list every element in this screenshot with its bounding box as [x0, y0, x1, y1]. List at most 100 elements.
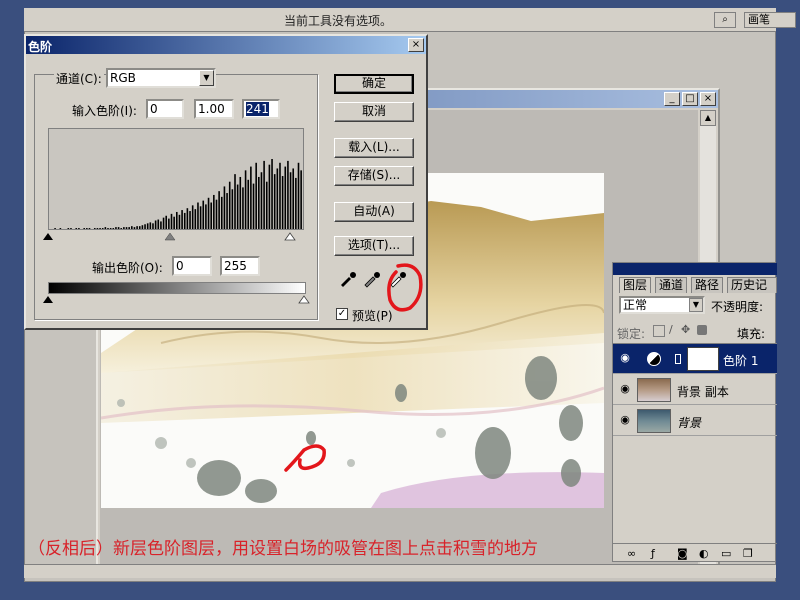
- histogram-bar: [136, 226, 138, 229]
- ok-button[interactable]: 确定: [334, 74, 414, 94]
- histogram-bar: [128, 227, 130, 229]
- histogram-bar: [244, 170, 247, 229]
- layer-name: 背景 副本: [677, 385, 729, 399]
- eye-icon[interactable]: ◉: [617, 351, 633, 365]
- histogram-bar: [125, 227, 128, 229]
- auto-button[interactable]: 自动(A): [334, 202, 414, 222]
- histogram-bar: [115, 227, 117, 229]
- histogram-bar: [70, 228, 72, 229]
- new-layer-icon[interactable]: ❐: [743, 547, 753, 560]
- histogram-bar: [265, 181, 268, 229]
- histogram-bar: [75, 228, 78, 229]
- chevron-down-icon[interactable]: ▼: [689, 298, 703, 312]
- histogram-bar: [226, 193, 228, 229]
- panel-titlebar[interactable]: [613, 263, 777, 275]
- scroll-up-icon[interactable]: ▲: [700, 110, 716, 126]
- tab-paths[interactable]: 路径: [691, 277, 724, 293]
- close-icon[interactable]: ×: [408, 38, 424, 52]
- link-layers-icon[interactable]: ∞: [627, 547, 636, 560]
- new-group-icon[interactable]: ▭: [721, 547, 731, 560]
- minimize-icon[interactable]: _: [664, 92, 680, 106]
- layer-row-levels[interactable]: ◉ 色阶 1: [613, 344, 777, 374]
- input-black-field[interactable]: 0: [146, 99, 184, 119]
- histogram-bar: [284, 166, 287, 229]
- output-black-field[interactable]: 0: [172, 256, 212, 276]
- histogram-bar: [109, 228, 112, 229]
- histogram-bar: [273, 174, 276, 229]
- histogram-bar: [276, 168, 279, 229]
- channel-value: RGB: [110, 71, 136, 85]
- input-slider-track[interactable]: [40, 232, 312, 242]
- input-white-field[interactable]: 241: [242, 99, 280, 119]
- histogram-bar: [295, 177, 297, 229]
- new-adjustment-icon[interactable]: ◐: [699, 547, 709, 560]
- layer-thumbnail: [637, 409, 671, 433]
- maximize-icon[interactable]: □: [682, 92, 698, 106]
- histogram-bar: [197, 202, 199, 229]
- histogram-bar: [59, 228, 62, 229]
- dialog-title: 色阶: [28, 40, 53, 54]
- lock-transparency-icon[interactable]: [653, 325, 665, 337]
- histogram-bar: [157, 219, 160, 229]
- output-gradient-bar: [48, 282, 306, 294]
- levels-titlebar[interactable]: 色阶 ×: [26, 36, 426, 54]
- lock-all-icon[interactable]: [697, 325, 707, 335]
- lock-move-icon[interactable]: ✥: [681, 323, 690, 336]
- tutorial-caption: （反相后）新层色阶图层，用设置白场的吸管在图上点击积雪的地方: [28, 539, 538, 559]
- tab-channels[interactable]: 通道: [655, 277, 688, 293]
- layer-name: 色阶 1: [723, 354, 759, 368]
- histogram-bar: [54, 228, 56, 229]
- options-bar: 当前工具没有选项。 ⌕ 画笔: [24, 8, 796, 32]
- adjustment-layer-icon: [647, 352, 661, 366]
- layer-row-background[interactable]: ◉ 背景: [613, 406, 777, 436]
- histogram-bar: [247, 179, 250, 229]
- histogram-bar: [152, 223, 154, 229]
- tab-layers[interactable]: 图层: [619, 277, 652, 293]
- search-icon[interactable]: ⌕: [714, 12, 736, 28]
- brush-palette-tab[interactable]: 画笔: [744, 12, 796, 28]
- white-point-slider: [284, 232, 296, 241]
- histogram-bar: [242, 187, 244, 229]
- histogram-bar: [131, 226, 133, 229]
- histogram-bar: [287, 160, 289, 229]
- load-button[interactable]: 载入(L)...: [334, 138, 414, 158]
- output-white-field[interactable]: 255: [220, 256, 260, 276]
- black-eyedropper-icon[interactable]: [340, 270, 358, 290]
- brush-tab-label: 画笔: [748, 13, 770, 26]
- close-icon[interactable]: ×: [700, 92, 716, 106]
- histogram-bar: [228, 181, 231, 229]
- eye-icon[interactable]: ◉: [617, 413, 633, 427]
- cancel-button[interactable]: 取消: [334, 102, 414, 122]
- histogram-bar: [260, 172, 263, 229]
- histogram-bar: [176, 211, 178, 229]
- channel-select[interactable]: RGB ▼: [106, 68, 216, 88]
- add-mask-icon[interactable]: ◙: [677, 547, 688, 560]
- histogram-bar: [215, 199, 218, 229]
- histogram-bar: [271, 159, 273, 229]
- histogram-bar: [99, 228, 101, 229]
- histogram-bar: [239, 176, 242, 229]
- output-slider-track[interactable]: [40, 295, 312, 305]
- histogram-bar: [154, 220, 157, 229]
- blend-mode-select[interactable]: 正常 ▼: [619, 296, 705, 314]
- histogram-bar: [250, 166, 252, 229]
- histogram-bar: [268, 164, 271, 229]
- horizontal-scrollbar[interactable]: [24, 564, 776, 578]
- save-button[interactable]: 存储(S)...: [334, 166, 414, 186]
- layer-style-icon[interactable]: ƒ: [651, 547, 655, 560]
- histogram-bar: [205, 204, 207, 229]
- annotation-circle-eyedropper: [387, 263, 423, 312]
- input-gamma-field[interactable]: 1.00: [194, 99, 234, 119]
- lock-brush-icon[interactable]: /: [669, 323, 673, 336]
- histogram-bar: [117, 227, 120, 229]
- tab-history[interactable]: 历史记录: [727, 277, 777, 293]
- preview-checkbox[interactable]: ✓: [336, 308, 348, 320]
- lock-label: 锁定:: [617, 327, 646, 341]
- eye-icon[interactable]: ◉: [617, 382, 633, 396]
- histogram-bar: [234, 174, 236, 229]
- histogram-bar: [252, 183, 255, 229]
- options-button[interactable]: 选项(T)...: [334, 236, 414, 256]
- chevron-down-icon[interactable]: ▼: [199, 70, 214, 86]
- layer-row-background-copy[interactable]: ◉ 背景 副本: [613, 375, 777, 405]
- layer-name: 背景: [677, 416, 702, 430]
